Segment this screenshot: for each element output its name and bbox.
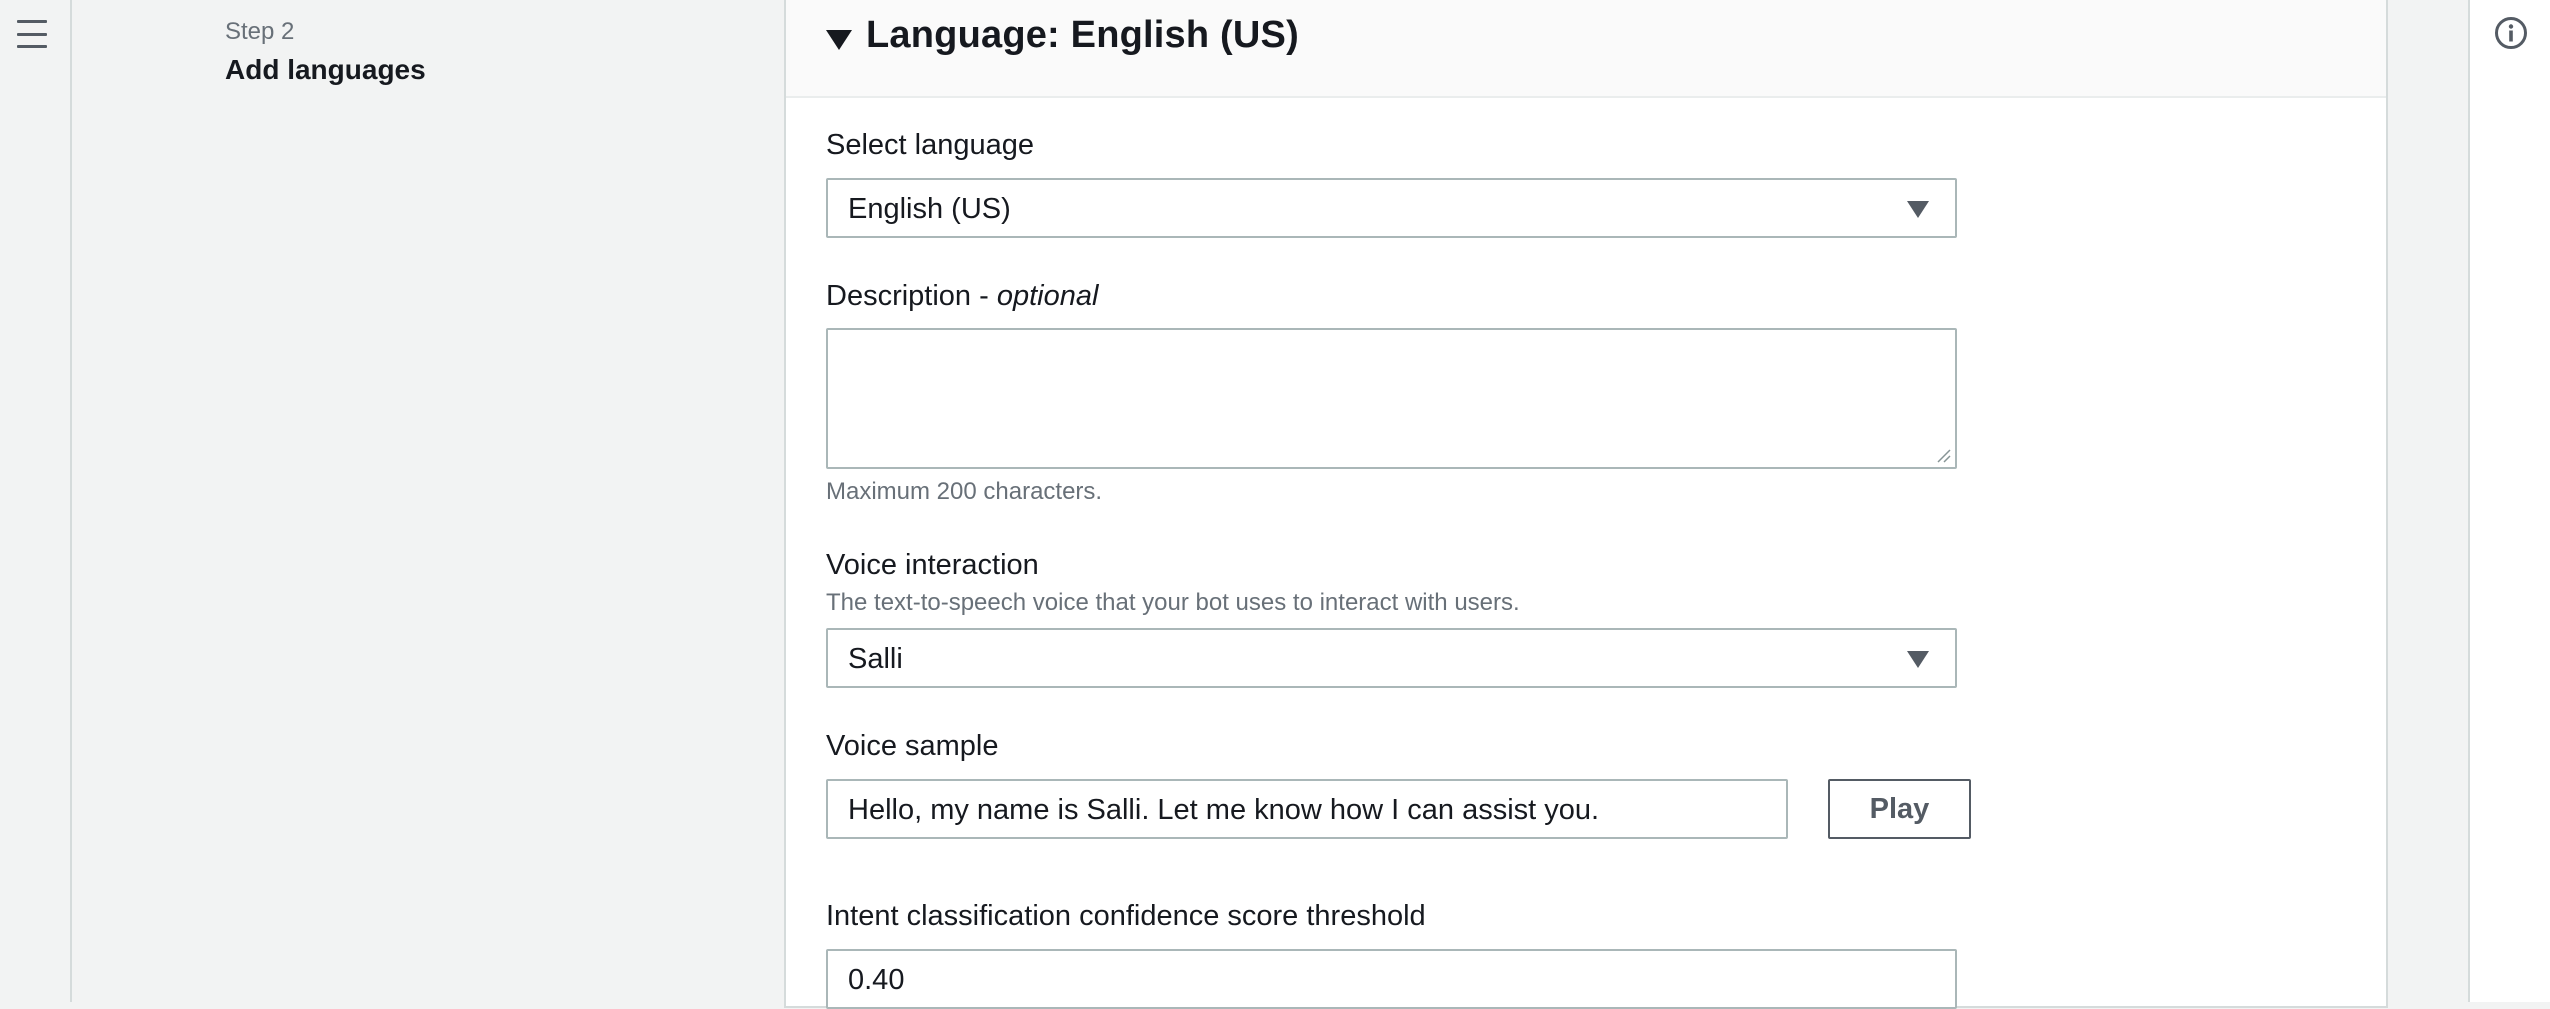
voice-sample-input[interactable]: Hello, my name is Salli. Let me know how… bbox=[826, 779, 1788, 839]
threshold-label: Intent classification confidence score t… bbox=[826, 900, 1426, 932]
language-select-value: English (US) bbox=[848, 193, 1011, 225]
language-panel: Language: English (US) Select language E… bbox=[784, 0, 2388, 1009]
description-label: Description - optional bbox=[826, 280, 1098, 313]
threshold-value: 0.40 bbox=[848, 964, 905, 996]
voice-select[interactable]: Salli bbox=[826, 628, 1957, 688]
voice-interaction-hint: The text-to-speech voice that your bot u… bbox=[826, 589, 1520, 616]
description-label-text: Description - bbox=[826, 280, 997, 312]
resize-grip-icon[interactable] bbox=[1935, 447, 1951, 463]
step-title[interactable]: Add languages bbox=[225, 54, 426, 86]
caret-down-icon[interactable] bbox=[826, 30, 852, 50]
play-button[interactable]: Play bbox=[1828, 779, 1971, 839]
language-select[interactable]: English (US) bbox=[826, 178, 1957, 238]
panel-title: Language: English (US) bbox=[866, 14, 1299, 56]
language-panel-header[interactable]: Language: English (US) bbox=[786, 0, 2386, 98]
main-content: Step 2 Add languages Language: English (… bbox=[74, 0, 2468, 1009]
voice-interaction-label: Voice interaction bbox=[826, 549, 1039, 581]
step-label: Step 2 bbox=[225, 18, 295, 45]
optional-tag: optional bbox=[996, 280, 1099, 312]
info-icon[interactable] bbox=[2494, 16, 2528, 50]
voice-select-value: Salli bbox=[848, 643, 903, 675]
hamburger-menu-icon[interactable] bbox=[17, 20, 47, 48]
description-hint: Maximum 200 characters. bbox=[826, 478, 1103, 505]
dropdown-arrow-icon bbox=[1907, 201, 1929, 218]
voice-sample-label: Voice sample bbox=[826, 730, 999, 762]
navigation-rail bbox=[0, 0, 72, 1002]
select-language-label: Select language bbox=[826, 129, 1034, 161]
dropdown-arrow-icon bbox=[1907, 651, 1929, 668]
voice-sample-value: Hello, my name is Salli. Let me know how… bbox=[848, 794, 1600, 826]
threshold-input[interactable]: 0.40 bbox=[826, 949, 1957, 1009]
description-textarea[interactable] bbox=[826, 328, 1957, 469]
help-panel-rail bbox=[2468, 0, 2550, 1002]
